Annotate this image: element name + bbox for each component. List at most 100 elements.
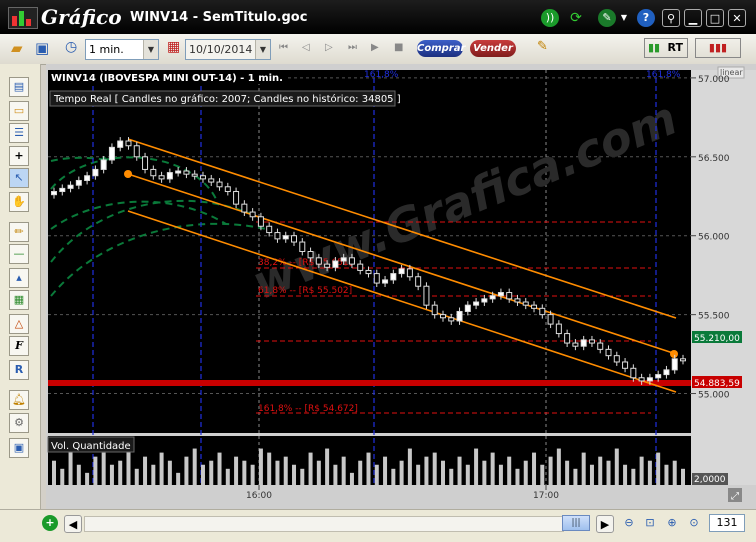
candle[interactable] [142,156,149,170]
layout-icon[interactable]: ▣ [9,438,29,458]
edit-icon[interactable]: ✎ [537,39,555,57]
candle[interactable] [638,377,645,382]
candle[interactable] [522,301,529,306]
pointer-icon[interactable]: ↖ [9,168,29,188]
candle[interactable] [365,269,372,275]
candle[interactable] [622,361,629,369]
candle[interactable] [257,216,264,227]
candle[interactable] [67,184,74,189]
candle[interactable] [597,342,604,350]
date-field[interactable]: 10/10/2014 ▼ [185,39,271,60]
realtime-button[interactable]: ▮▮ RT [644,38,688,58]
candle[interactable] [348,257,355,265]
candle[interactable] [456,310,463,322]
candle[interactable] [680,358,686,362]
candle[interactable] [208,178,215,183]
candle[interactable] [233,191,240,205]
prev-icon[interactable]: ◁ [302,42,320,60]
candle[interactable] [183,170,190,175]
candle[interactable] [489,295,496,300]
candle[interactable] [506,292,513,300]
crosshair-icon[interactable]: + [9,146,29,166]
next-icon[interactable]: ▷ [325,42,343,60]
save-icon[interactable]: ▣ [35,39,53,57]
zoom-in-icon[interactable]: ⊕ [663,514,681,532]
candle[interactable] [117,140,124,148]
play-icon[interactable]: ▶ [371,42,389,60]
horizontal-scrollbar[interactable] [84,516,564,532]
candle[interactable] [315,257,322,265]
candle[interactable] [266,225,273,234]
candle[interactable] [423,285,430,306]
price-chart[interactable]: www.Grafica.com 161,8% 161,8% 38,2% -- [… [46,64,756,509]
candle[interactable] [100,159,107,170]
candle[interactable] [572,342,579,347]
candle[interactable] [555,323,562,335]
multi-chart-button[interactable]: ▮▮▮ [695,38,741,58]
open-folder-icon[interactable]: ▰ [11,39,29,57]
candle[interactable] [655,374,662,379]
candle[interactable] [150,168,157,177]
candle[interactable] [663,369,670,376]
candle[interactable] [464,304,471,312]
candle[interactable] [75,179,82,186]
channel-anchor-start[interactable] [124,170,132,178]
candle[interactable] [199,175,206,180]
buy-button[interactable]: Comprar [417,40,465,57]
add-icon[interactable]: + [42,515,58,531]
candle[interactable] [580,339,587,347]
candle[interactable] [531,304,538,309]
candle[interactable] [158,175,165,180]
zoom-value-field[interactable]: 131 [709,514,745,532]
candle[interactable] [373,273,380,284]
chevron-down-icon[interactable]: ▼ [619,9,629,27]
notes-icon[interactable]: ▭ [9,101,29,121]
alarm-icon[interactable]: 🔔︎ [9,390,29,410]
stop-icon[interactable]: ■ [394,42,412,60]
candle[interactable] [84,175,91,181]
candle[interactable] [439,314,446,319]
scroll-left-icon[interactable]: ◀ [64,515,82,533]
channel-anchor-end[interactable] [670,350,678,358]
support-line[interactable] [48,380,691,386]
connection-icon[interactable]: )) [541,9,559,27]
candle[interactable] [340,257,347,262]
candle[interactable] [497,292,504,297]
candle[interactable] [382,279,389,284]
scroll-thumb[interactable]: ||| [562,515,590,531]
report-icon[interactable]: R [9,360,29,380]
candle[interactable] [406,268,413,278]
candle[interactable] [125,140,132,147]
hline-icon[interactable]: — [9,244,29,264]
chevron-down-icon[interactable]: ▼ [255,40,270,59]
add-indicator-icon[interactable]: ▦ [9,290,29,310]
candle[interactable] [166,172,173,180]
candle[interactable] [357,263,364,271]
candle[interactable] [59,187,66,193]
candle[interactable] [564,333,571,344]
zoom-fit-icon[interactable]: ⊡ [641,514,659,532]
candle[interactable] [473,301,480,306]
candle[interactable] [249,211,256,218]
candle[interactable] [547,314,554,325]
candle[interactable] [241,203,248,213]
candle[interactable] [51,191,57,196]
tools-icon[interactable]: ✎ [598,9,616,27]
calendar-icon[interactable]: ▦ [167,39,185,57]
candle[interactable] [514,298,521,303]
price-axis[interactable] [691,70,756,485]
zoom-reset-icon[interactable]: ⊙ [685,514,703,532]
sell-button[interactable]: Vender [470,40,516,57]
settings-icon[interactable]: ⚙ [9,413,29,433]
interval-select[interactable]: 1 min. ▼ [85,39,159,60]
candle[interactable] [175,170,182,174]
candle[interactable] [92,168,99,177]
minimize-icon[interactable]: ▁ [684,9,702,27]
add-study-icon[interactable]: ▴ [9,268,29,288]
candle[interactable] [324,263,331,268]
candle[interactable] [133,145,140,158]
candle[interactable] [398,268,405,275]
last-icon[interactable]: ⏭ [348,42,366,60]
candle[interactable] [588,339,595,344]
clock-icon[interactable]: ◷ [65,39,83,57]
